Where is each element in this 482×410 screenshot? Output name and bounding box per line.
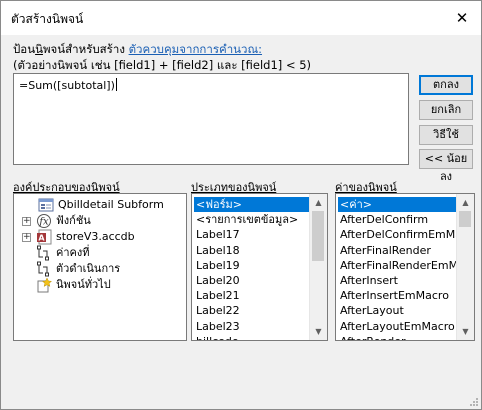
scroll-thumb[interactable] [312, 211, 324, 262]
instruction-hotkey: นิ [35, 42, 43, 56]
list-item[interactable]: billcode [194, 334, 310, 340]
list-item[interactable]: AfterLayoutEmMacro [338, 319, 457, 334]
expand-icon[interactable]: + [22, 217, 31, 226]
scroll-up-icon[interactable]: ▲ [457, 194, 474, 211]
tree-item-label: ตัวดำเนินการ [56, 262, 121, 275]
help-button[interactable]: วิธีใช้ [419, 125, 473, 145]
list-item[interactable]: Label21 [194, 288, 310, 303]
instruction-prefix: ป้อน [13, 42, 36, 56]
tree-item-label: storeV3.accdb [56, 230, 135, 243]
list-item[interactable]: AfterLayout [338, 303, 457, 318]
scroll-down-icon[interactable]: ▼ [310, 323, 327, 340]
expression-elements-tree[interactable]: Qbilldetail Subform + fx ฟังก์ชัน + A st… [13, 193, 187, 341]
cancel-button[interactable]: ยกเลิก [419, 100, 473, 120]
svg-text:fx: fx [38, 217, 49, 228]
list-item[interactable]: Label20 [194, 273, 310, 288]
close-icon[interactable]: ✕ [451, 7, 473, 29]
instruction-text: พจน์สำหรับสร้าง [42, 42, 125, 56]
expression-values-list[interactable]: <ค่า> AfterDelConfirm AfterDelConfirmEmMac… [335, 193, 475, 341]
list-item[interactable]: <รายการเขตข้อมูล> [194, 212, 310, 227]
operators-icon [37, 261, 49, 277]
list-item[interactable]: Label19 [194, 258, 310, 273]
list-item[interactable]: AfterFinalRender [338, 243, 457, 258]
title-bar: ตัวสร้างนิพจน์ ✕ [1, 1, 481, 35]
function-icon: fx [37, 214, 51, 228]
list-item[interactable]: AfterDelConfirmEmMacro [338, 227, 474, 242]
categories-scrollbar[interactable]: ▲ ▼ [309, 194, 327, 340]
list-item[interactable]: AfterDelConfirm [338, 212, 457, 227]
list-item[interactable]: AfterFinalRenderEmMacro [338, 258, 474, 273]
expression-categories-list[interactable]: <ฟอร์ม> <รายการเขตข้อมูล> Label17 Label18 La… [191, 193, 328, 341]
scroll-up-icon[interactable]: ▲ [310, 194, 327, 211]
text-caret [115, 78, 117, 91]
window-title: ตัวสร้างนิพจน์ [11, 12, 84, 26]
list-item[interactable]: Label17 [194, 227, 310, 242]
tree-item-label: ฟังก์ชัน [56, 214, 91, 227]
list-item[interactable]: Label22 [194, 303, 310, 318]
expression-builder-window: ตัวสร้างนิพจน์ ✕ ป้อนนิพจน์สำหรับสร้าง ต… [0, 0, 482, 410]
tree-item-label: Qbilldetail Subform [58, 198, 164, 211]
form-icon [38, 198, 54, 212]
less-button[interactable]: << น้อยลง [419, 149, 473, 183]
access-database-icon: A [37, 229, 52, 245]
list-item[interactable]: <ฟอร์ม> [194, 197, 310, 212]
expression-editor[interactable]: =Sum([subtotal]) [13, 73, 409, 165]
values-scrollbar[interactable]: ▲ ▼ [456, 194, 474, 340]
list-item[interactable]: AfterInsertEmMacro [338, 288, 457, 303]
ok-button[interactable]: ตกลง [419, 75, 473, 95]
common-expressions-icon [37, 277, 52, 293]
expression-text: =Sum([subtotal]) [19, 79, 115, 92]
tree-item-label: นิพจน์ทั่วไป [56, 278, 111, 291]
calculated-control-link[interactable]: ตัวควบคุมจากการคำนวณ: [129, 42, 262, 56]
scroll-thumb[interactable] [459, 211, 471, 227]
list-item[interactable]: Label23 [194, 319, 310, 334]
tree-item-label: ค่าคงที่ [56, 246, 90, 259]
resize-grip-icon[interactable] [469, 397, 479, 407]
scroll-down-icon[interactable]: ▼ [457, 323, 474, 340]
constants-icon [37, 245, 49, 261]
list-item[interactable]: AfterRender [338, 334, 457, 340]
list-item[interactable]: AfterInsert [338, 273, 457, 288]
list-item[interactable]: Label18 [194, 243, 310, 258]
list-item[interactable]: <ค่า> [338, 197, 457, 212]
svg-text:A: A [38, 234, 45, 243]
expand-icon[interactable]: + [22, 233, 31, 242]
